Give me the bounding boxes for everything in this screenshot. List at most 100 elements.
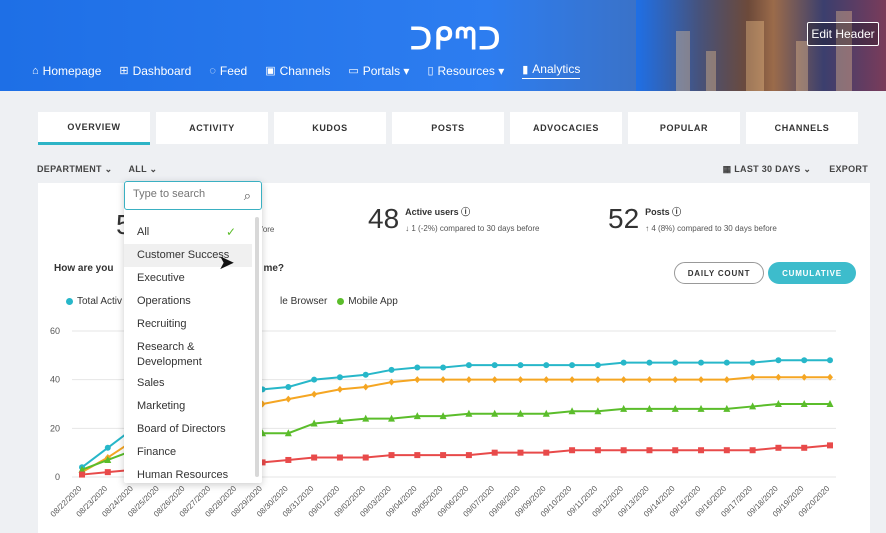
nav-portals[interactable]: ▭ Portals ▾: [348, 62, 409, 79]
tab-popular[interactable]: POPULAR: [628, 112, 740, 144]
data-point: [620, 447, 627, 454]
all-dropdown[interactable]: ALL ⌄: [128, 164, 157, 175]
feed-icon: ◌: [209, 64, 216, 77]
data-point: [465, 362, 472, 369]
data-point: [543, 376, 550, 384]
data-point: [801, 444, 808, 451]
nav-label: Analytics: [532, 62, 581, 76]
data-point: [362, 371, 369, 378]
nav-resources[interactable]: ▯ Resources ▾: [427, 62, 504, 79]
data-point: [672, 447, 679, 454]
export-button[interactable]: EXPORT: [829, 164, 868, 175]
edit-header-button[interactable]: Edit Header: [807, 22, 879, 46]
data-point: [517, 376, 524, 384]
nav-dashboard[interactable]: ⊞ Dashboard: [119, 62, 191, 79]
nav-label: Dashboard: [132, 63, 192, 78]
analytics-tabs: OVERVIEW ACTIVITY KUDOS POSTS ADVOCACIES…: [38, 112, 864, 145]
portal-icon: ▭: [348, 65, 359, 77]
department-filter-dropdown: ⌕ All✓Customer SuccessExecutiveOperation…: [124, 181, 262, 483]
data-point: [285, 456, 292, 463]
y-tick-label: 20: [50, 423, 60, 433]
search-input[interactable]: [133, 188, 233, 200]
data-point: [517, 449, 524, 456]
data-point: [594, 362, 601, 369]
filter-bar: DEPARTMENT ⌄ ALL ⌄: [37, 164, 157, 175]
date-range-label: LAST 30 DAYS ⌄: [734, 164, 812, 174]
data-point: [827, 442, 833, 449]
data-point: [723, 447, 730, 454]
data-point: [594, 447, 601, 454]
calendar-icon: ▦: [722, 164, 735, 174]
data-point: [594, 376, 601, 384]
data-point: [491, 376, 498, 384]
data-point: [620, 359, 627, 366]
tab-channels[interactable]: CHANNELS: [746, 112, 858, 144]
data-point: [440, 364, 447, 371]
search-icon: ⌕: [243, 188, 251, 203]
data-point: [465, 452, 472, 459]
data-point: [801, 357, 808, 364]
mouse-cursor-icon: ➤: [218, 252, 235, 274]
dropdown-option[interactable]: Marketing: [124, 395, 252, 418]
data-point: [749, 359, 756, 366]
data-point: [388, 366, 395, 373]
data-point: [388, 452, 395, 459]
data-point: [336, 374, 343, 381]
data-point: [362, 383, 369, 391]
nav-feed[interactable]: ◌ Feed: [209, 62, 247, 79]
data-point: [646, 376, 653, 384]
tab-posts[interactable]: POSTS: [392, 112, 504, 144]
dropdown-option[interactable]: Finance: [124, 441, 252, 464]
dropdown-option[interactable]: All ✓: [124, 221, 252, 244]
dropdown-option[interactable]: Operations: [124, 290, 252, 313]
data-point: [311, 390, 318, 398]
data-point: [723, 359, 730, 366]
date-range-dropdown[interactable]: ▦ LAST 30 DAYS ⌄: [723, 164, 812, 175]
channels-icon: ▣: [265, 65, 276, 77]
tab-kudos[interactable]: KUDOS: [274, 112, 386, 144]
data-point: [827, 357, 833, 364]
data-point: [311, 454, 318, 461]
dropdown-option[interactable]: Recruiting: [124, 313, 252, 336]
tab-overview[interactable]: OVERVIEW: [38, 112, 150, 145]
data-point: [620, 376, 627, 384]
dropdown-option[interactable]: Research & Development: [124, 336, 252, 372]
dropdown-search[interactable]: ⌕: [124, 181, 262, 210]
nav-label: Homepage: [42, 63, 102, 78]
data-point: [698, 376, 705, 384]
nav-label: Feed: [219, 63, 248, 78]
data-point: [672, 376, 679, 384]
data-point: [336, 385, 343, 393]
app-header: ᑐᑭᘉᑐ Edit Header ⌂ Homepage ⊞ Dashboard ◌ F…: [0, 0, 886, 91]
nav-analytics[interactable]: ▮ Analytics: [522, 62, 581, 79]
check-icon: ✓: [225, 225, 236, 239]
data-point: [775, 444, 782, 451]
department-dropdown[interactable]: DEPARTMENT ⌄: [37, 164, 112, 175]
brand-logo[interactable]: ᑐᑭᘉᑐ: [410, 22, 502, 57]
dropdown-option[interactable]: Sales: [124, 372, 252, 395]
range-bar: ▦ LAST 30 DAYS ⌄ EXPORT: [723, 164, 868, 175]
bar-chart-icon: ▮: [522, 63, 529, 76]
data-point: [465, 376, 472, 384]
nav-label: Resources ▾: [437, 63, 505, 78]
nav-homepage[interactable]: ⌂ Homepage: [32, 62, 101, 79]
nav-channels[interactable]: ▣ Channels: [265, 62, 330, 79]
bookmark-icon: ▯: [427, 65, 434, 77]
tab-activity[interactable]: ACTIVITY: [156, 112, 268, 144]
nav-label: Channels: [279, 63, 331, 78]
data-point: [362, 454, 369, 461]
data-point: [336, 454, 343, 461]
main-nav: ⌂ Homepage ⊞ Dashboard ◌ Feed ▣ Channels ▭ Po…: [32, 62, 598, 79]
dropdown-option[interactable]: Human Resources: [124, 464, 252, 487]
grid-icon: ⊞: [119, 65, 129, 77]
data-point: [104, 469, 111, 476]
dropdown-scrollbar[interactable]: [255, 217, 259, 477]
data-point: [569, 376, 576, 384]
y-tick-label: 40: [50, 375, 60, 385]
data-point: [698, 359, 705, 366]
data-point: [491, 362, 498, 369]
data-point: [311, 376, 318, 383]
tab-advocacies[interactable]: ADVOCACIES: [510, 112, 622, 144]
dropdown-option[interactable]: Board of Directors: [124, 418, 252, 441]
data-point: [440, 452, 447, 459]
